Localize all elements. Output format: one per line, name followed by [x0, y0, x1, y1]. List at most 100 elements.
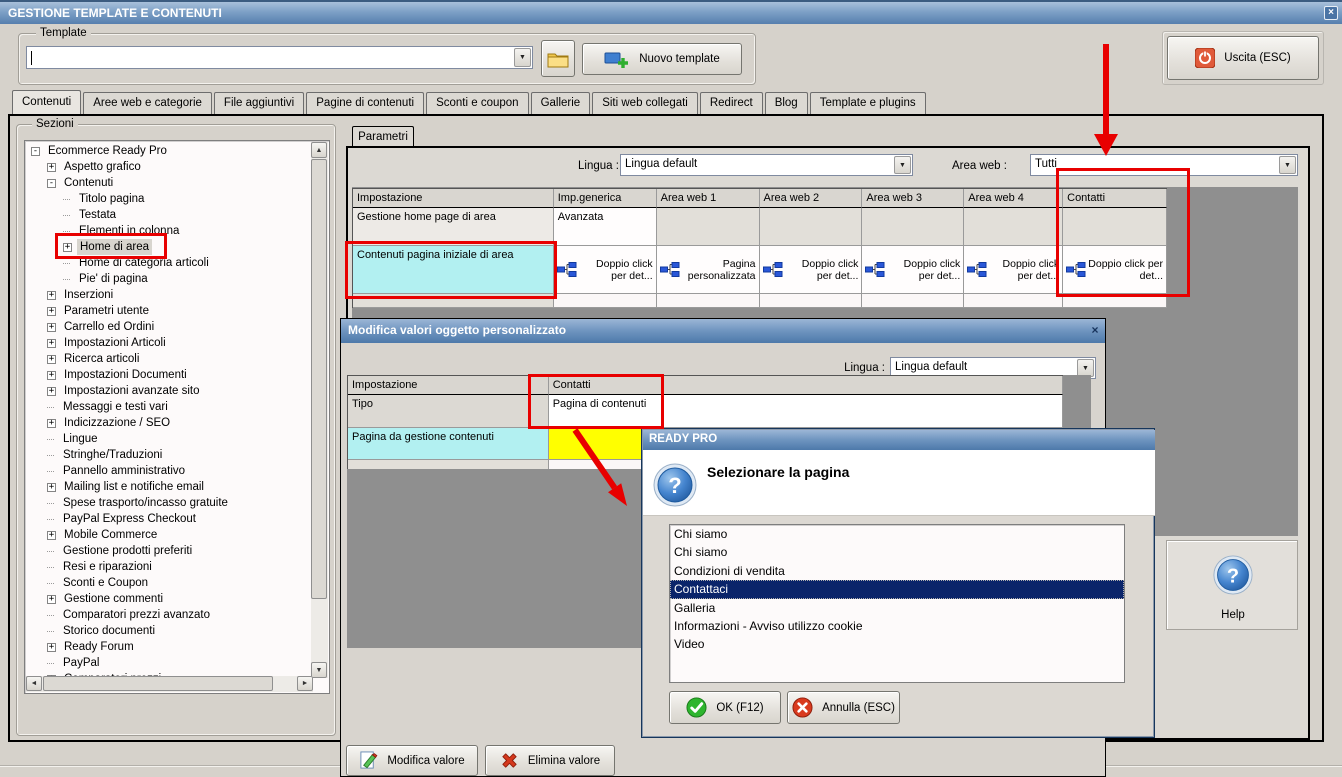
- scroll-right-icon[interactable]: ►: [297, 676, 313, 691]
- tab-siti-web-collegati[interactable]: Siti web collegati: [592, 92, 698, 114]
- tree-item-aspetto-grafico[interactable]: + Aspetto grafico: [27, 159, 312, 175]
- grid-cell-area-web-4[interactable]: Doppio click per det...: [964, 246, 1064, 294]
- grid-cell-area-web-2[interactable]: [759, 208, 863, 246]
- area-web-combo-arrow-icon[interactable]: ▼: [1279, 156, 1296, 174]
- cancel-button[interactable]: Annulla (ESC): [787, 691, 900, 724]
- tree-item-mobile-commerce[interactable]: + Mobile Commerce: [27, 527, 312, 543]
- tree-toggle-plus-icon[interactable]: +: [47, 338, 56, 348]
- tree-item-storico-documenti[interactable]: Storico documenti: [27, 623, 312, 639]
- tree-toggle-plus-icon[interactable]: +: [47, 162, 56, 172]
- page-option-galleria[interactable]: Galleria: [670, 599, 1124, 617]
- lingua-combo[interactable]: Lingua default ▼: [620, 154, 913, 176]
- tree-item-inserzioni[interactable]: + Inserzioni: [27, 287, 312, 303]
- tree-item-pannello-amministrativo[interactable]: Pannello amministrativo: [27, 463, 312, 479]
- tree-toggle-plus-icon[interactable]: +: [47, 594, 56, 604]
- grid-cell-area-web-3[interactable]: [862, 208, 965, 246]
- open-template-button[interactable]: [541, 40, 575, 77]
- page-option-chi-siamo[interactable]: Chi siamo: [670, 543, 1124, 561]
- help-button[interactable]: ? Help: [1166, 540, 1298, 630]
- tree-hscrollbar[interactable]: ◄ ►: [26, 676, 313, 692]
- modify-value-button[interactable]: Modifica valore: [346, 745, 478, 776]
- tree-item-impostazioni-documenti[interactable]: + Impostazioni Documenti: [27, 367, 312, 383]
- delete-value-button[interactable]: Elimina valore: [485, 745, 615, 776]
- grid-cell-imp-generica[interactable]: Avanzata: [553, 208, 657, 246]
- tree-item-paypal[interactable]: PayPal: [27, 655, 312, 671]
- tree-toggle-plus-icon[interactable]: +: [47, 530, 56, 540]
- tree-item-ready-forum[interactable]: + Ready Forum: [27, 639, 312, 655]
- tree-item-impostazioni-avanzate-sito[interactable]: + Impostazioni avanzate sito: [27, 383, 312, 399]
- tree-toggle-plus-icon[interactable]: +: [47, 370, 56, 380]
- template-combo-arrow-icon[interactable]: ▼: [514, 48, 531, 67]
- tree-item-ricerca-articoli[interactable]: + Ricerca articoli: [27, 351, 312, 367]
- page-list[interactable]: Chi siamo Chi siamo Condizioni di vendita C…: [669, 524, 1125, 683]
- tree-item-comparatori-prezzi-avanzato[interactable]: Comparatori prezzi avanzato: [27, 607, 312, 623]
- tree-item-stringhe-traduzioni[interactable]: Stringhe/Traduzioni: [27, 447, 312, 463]
- grid-cell-area-web-3[interactable]: Doppio click per det...: [862, 246, 965, 294]
- grid-cell-area-web-1[interactable]: Pagina personalizzata: [656, 246, 760, 294]
- tree-item-gestione-prodotti-preferiti[interactable]: Gestione prodotti preferiti: [27, 543, 312, 559]
- scroll-left-icon[interactable]: ◄: [26, 676, 42, 691]
- tab-template-e-plugins[interactable]: Template e plugins: [809, 92, 926, 114]
- scroll-down-icon[interactable]: ▼: [311, 662, 327, 678]
- tree-connector: [47, 582, 54, 584]
- tree-toggle-plus-icon[interactable]: +: [47, 642, 56, 652]
- tab-blog[interactable]: Blog: [764, 92, 808, 114]
- tree-item-mailing-list-e-notifiche-email[interactable]: + Mailing list e notifiche email: [27, 479, 312, 495]
- tree-item-spese-trasporto-incasso-gratuite[interactable]: Spese trasporto/incasso gratuite: [27, 495, 312, 511]
- page-option-contattaci[interactable]: Contattaci: [670, 580, 1124, 599]
- tree-item-parametri-utente[interactable]: + Parametri utente: [27, 303, 312, 319]
- tree-item-gestione-commenti[interactable]: + Gestione commenti: [27, 591, 312, 607]
- tree-item-paypal-express-checkout[interactable]: PayPal Express Checkout: [27, 511, 312, 527]
- modifica-dialog-close-icon[interactable]: ×: [1088, 323, 1102, 338]
- tab-parametri[interactable]: Parametri: [352, 126, 414, 147]
- tree-item-indicizzazione-seo[interactable]: + Indicizzazione / SEO: [27, 415, 312, 431]
- page-option-video[interactable]: Video: [670, 635, 1124, 653]
- grid-cell-area-web-2[interactable]: Doppio click per det...: [759, 246, 863, 294]
- tree-toggle-plus-icon[interactable]: +: [47, 354, 56, 364]
- tree-vscroll-thumb[interactable]: [311, 159, 327, 599]
- page-option-chi-siamo[interactable]: Chi siamo: [670, 525, 1124, 543]
- tree-item-lingue[interactable]: Lingue: [27, 431, 312, 447]
- lingua-combo-arrow-icon[interactable]: ▼: [894, 156, 911, 174]
- scroll-up-icon[interactable]: ▲: [311, 142, 327, 158]
- tree-item-ecommerce-ready-pro[interactable]: - Ecommerce Ready Pro: [27, 143, 312, 159]
- tab-redirect[interactable]: Redirect: [699, 92, 763, 114]
- ok-button[interactable]: OK (F12): [669, 691, 781, 724]
- tree-item-messaggi-e-testi-vari[interactable]: Messaggi e testi vari: [27, 399, 312, 415]
- tree-item-sconti-e-coupon[interactable]: Sconti e Coupon: [27, 575, 312, 591]
- grid-cell-imp-generica[interactable]: Doppio click per det...: [553, 246, 657, 294]
- tab-aree-web-e-categorie[interactable]: Aree web e categorie: [83, 92, 212, 114]
- tab-contenuti[interactable]: Contenuti: [12, 90, 82, 114]
- tree-toggle-plus-icon[interactable]: +: [47, 290, 56, 300]
- grid-cell-area-web-4[interactable]: [964, 208, 1064, 246]
- tab-gallerie[interactable]: Gallerie: [530, 92, 591, 114]
- grid-cell-area-web-1[interactable]: [656, 208, 760, 246]
- new-template-button[interactable]: Nuovo template: [582, 43, 742, 75]
- tree-toggle-plus-icon[interactable]: +: [47, 306, 56, 316]
- sections-tree[interactable]: - Ecommerce Ready Pro + Aspetto grafico - Con…: [24, 140, 330, 694]
- exit-button[interactable]: Uscita (ESC): [1167, 36, 1319, 80]
- tree-toggle-plus-icon[interactable]: +: [47, 482, 56, 492]
- tree-toggle-minus-icon[interactable]: -: [47, 178, 56, 188]
- tree-toggle-plus-icon[interactable]: +: [47, 386, 56, 396]
- tree-toggle-plus-icon[interactable]: +: [47, 418, 56, 428]
- page-option-condizioni-di-vendita[interactable]: Condizioni di vendita: [670, 562, 1124, 580]
- tree-item-impostazioni-articoli[interactable]: + Impostazioni Articoli: [27, 335, 312, 351]
- grid-cell-text: Pagina personalizzata: [687, 257, 756, 282]
- page-option-informazioni-avviso-utilizzo-cookie[interactable]: Informazioni - Avviso utilizzo cookie: [670, 617, 1124, 635]
- tree-item-contenuti[interactable]: - Contenuti: [27, 175, 312, 191]
- template-combo[interactable]: ▼: [26, 46, 533, 69]
- tab-file-aggiuntivi[interactable]: File aggiuntivi: [213, 92, 305, 114]
- tree-toggle-plus-icon[interactable]: +: [47, 322, 56, 332]
- tab-sconti-e-coupon[interactable]: Sconti e coupon: [426, 92, 529, 114]
- tab-pagine-di-contenuti[interactable]: Pagine di contenuti: [306, 92, 425, 114]
- tree-hscroll-thumb[interactable]: [43, 676, 273, 691]
- tree-vscrollbar[interactable]: ▲ ▼: [311, 142, 328, 678]
- tree-item-titolo-pagina[interactable]: Titolo pagina: [27, 191, 312, 207]
- window-close-icon[interactable]: ×: [1324, 6, 1338, 20]
- tree-item-carrello-ed-ordini[interactable]: + Carrello ed Ordini: [27, 319, 312, 335]
- tree-item-pie-di-pagina[interactable]: Pie' di pagina: [27, 271, 312, 287]
- tree-item-testata[interactable]: Testata: [27, 207, 312, 223]
- tree-toggle-minus-icon[interactable]: -: [31, 146, 40, 156]
- tree-item-resi-e-riparazioni[interactable]: Resi e riparazioni: [27, 559, 312, 575]
